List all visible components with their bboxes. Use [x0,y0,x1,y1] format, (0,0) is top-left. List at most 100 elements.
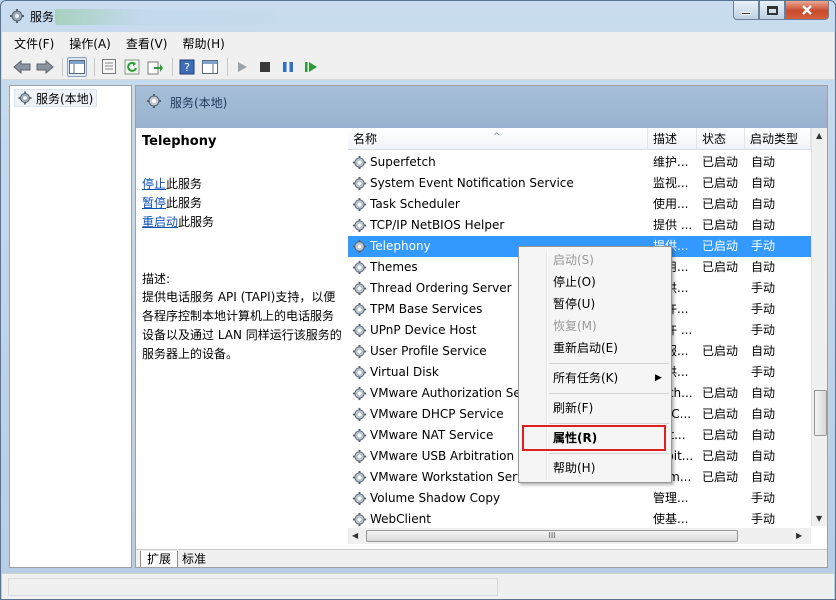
service-row[interactable]: System Event Notification Service 监视... 已启… [348,173,811,194]
stop-service-button[interactable] [255,57,275,77]
ctx-all-tasks[interactable]: 所有任务(K) [553,369,618,387]
maximize-button[interactable] [759,1,785,20]
toolbar-separator [172,57,173,76]
column-description[interactable]: 描述 [648,128,697,150]
scroll-left-icon[interactable]: ◀ [352,531,358,540]
column-description-label: 描述 [653,132,678,146]
minimize-button[interactable] [733,1,759,20]
properties-highlight-box [522,425,666,451]
menu-help[interactable]: 帮助(H) [182,35,224,52]
restart-service-action: 重启动此服务 [142,213,214,230]
service-name: Task Scheduler [370,197,460,211]
start-service-button[interactable] [232,57,252,77]
back-button[interactable] [12,57,32,77]
service-description-cell: 提供 ... [653,218,693,232]
tab-extended[interactable]: 扩展 [140,551,179,567]
svg-text:?: ? [184,61,190,74]
console-tree-pane: 服务(本地) [9,85,132,568]
forward-arrow-icon [36,59,54,74]
play-icon [238,61,247,72]
ctx-separator [549,453,669,454]
restart-service-link[interactable]: 重启动 [142,215,178,229]
pause-service-link[interactable]: 暂停 [142,196,166,210]
stop-service-action: 停止此服务 [142,175,202,192]
ctx-pause[interactable]: 暂停(U) [553,295,595,313]
scroll-down-icon[interactable]: ▼ [816,514,822,523]
minimize-icon [741,11,751,15]
service-name: TCP/IP NetBIOS Helper [370,218,505,232]
menu-file[interactable]: 文件(F) [14,35,54,52]
service-description: 提供电话服务 API (TAPI)支持，以便 各程序控制本地计算机上的电话服务 … [142,288,344,364]
description-line: 设备以及通过 LAN 同样运行该服务的 [142,328,342,342]
status-bar-cell [8,578,498,596]
close-icon [802,5,812,15]
service-row[interactable]: WebClient 使基... 手动 [348,509,811,530]
horizontal-scrollbar[interactable]: ◀ III ▶ [348,528,811,544]
ctx-separator [549,363,669,364]
service-status: 已启动 [702,239,739,253]
column-status[interactable]: 状态 [697,128,745,150]
menu-bar: 文件(F) 操作(A) 查看(V) 帮助(H) [2,32,834,54]
vertical-scroll-thumb[interactable] [814,390,827,436]
tab-standard[interactable]: 标准 [176,551,212,567]
forward-button[interactable] [35,57,55,77]
ctx-start[interactable]: 启动(S) [553,251,594,269]
pause-service-button[interactable] [278,57,298,77]
ctx-resume[interactable]: 恢复(M) [553,317,597,335]
scroll-right-icon[interactable]: ▶ [796,531,802,540]
ctx-help[interactable]: 帮助(H) [553,459,595,477]
services-window: 服务 文件(F) 操作(A) 查看(V) 帮助(H) ? 服务(本地) 服务(本… [0,0,836,600]
service-row[interactable]: TCP/IP NetBIOS Helper 提供 ... 已启动 自动 [348,215,811,236]
console-tree-button[interactable] [67,56,87,77]
service-row[interactable]: Task Scheduler 使用... 已启动 自动 [348,194,811,215]
refresh-icon [124,59,140,74]
title-bar[interactable]: 服务 [1,1,835,31]
service-status: 已启动 [702,197,739,211]
ctx-stop[interactable]: 停止(O) [553,273,596,291]
column-name[interactable]: ^ 名称 [348,128,648,150]
service-description-cell: 管理... [653,491,689,505]
stop-service-link[interactable]: 停止 [142,177,166,191]
service-startup-type: 自动 [751,260,776,274]
restart-service-button[interactable] [301,57,321,77]
service-startup-type: 自动 [751,197,776,211]
service-status: 已启动 [702,449,739,463]
pause-service-action: 暂停此服务 [142,194,202,211]
service-startup-type: 自动 [751,176,776,190]
back-arrow-icon [13,59,31,74]
service-startup-type: 自动 [751,428,776,442]
service-startup-type: 自动 [751,218,776,232]
ctx-refresh[interactable]: 刷新(F) [553,399,593,417]
refresh-button[interactable] [122,57,142,77]
service-row[interactable]: Superfetch 维护... 已启动 自动 [348,152,811,173]
help-button[interactable]: ? [177,57,197,77]
properties-sheet-button[interactable] [99,57,119,77]
column-startup-type[interactable]: 启动类型 [745,128,811,150]
show-hide-action-pane-button[interactable] [200,57,220,77]
stop-icon [260,61,270,72]
service-startup-type: 自动 [751,344,776,358]
export-list-button[interactable] [145,57,165,77]
scroll-up-icon[interactable]: ▲ [816,131,822,140]
service-status: 已启动 [702,344,739,358]
description-line: 各程序控制本地计算机上的电话服务 [142,309,335,323]
menu-view[interactable]: 查看(V) [126,35,168,52]
service-startup-type: 自动 [751,407,776,421]
service-startup-type: 手动 [751,491,776,505]
service-startup-type: 手动 [751,302,776,316]
service-startup-type: 手动 [751,281,776,295]
service-name: WebClient [370,512,431,526]
menu-action[interactable]: 操作(A) [69,35,111,52]
close-button[interactable] [785,1,829,20]
service-status: 已启动 [702,260,739,274]
submenu-arrow-icon: ▶ [655,373,662,383]
horizontal-scroll-thumb[interactable]: III [366,530,738,542]
tree-node-services-local[interactable]: 服务(本地) [14,89,98,107]
vertical-scrollbar[interactable]: ▲ ▼ [811,128,827,526]
toolbar-separator [62,57,63,76]
service-row[interactable]: Volume Shadow Copy 管理... 手动 [348,488,811,509]
pane-header-title: 服务(本地) [170,96,228,110]
toolbar-separator [227,57,228,76]
ctx-restart[interactable]: 重新启动(E) [553,339,618,357]
restart-icon [305,61,317,72]
